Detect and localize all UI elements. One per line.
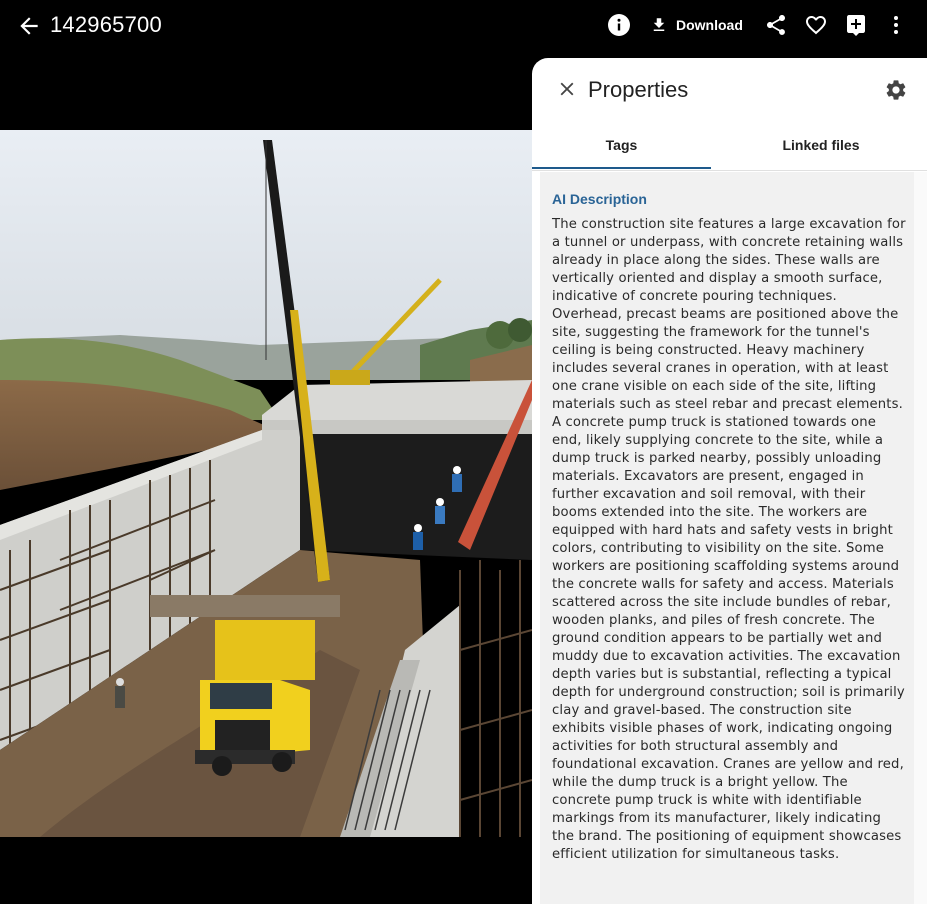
tab-tags[interactable]: Tags [532,120,711,170]
active-tab-indicator [532,167,711,169]
tab-linked-files[interactable]: Linked files [721,120,921,170]
info-icon[interactable] [607,13,631,37]
panel-tabs: Tags Linked files [532,120,927,171]
more-vert-icon[interactable] [884,13,908,37]
top-bar: 142965700 Download [0,0,927,52]
share-icon[interactable] [764,13,788,37]
panel-header: Properties [532,58,927,120]
arrow-left-icon[interactable] [16,13,42,39]
close-icon[interactable] [556,78,578,100]
section-label: AI Description [552,191,647,207]
download-button[interactable]: Download [650,13,743,37]
heart-icon[interactable] [804,13,828,37]
gear-icon[interactable] [884,78,908,102]
tags-content: AI Description The construction site fea… [540,172,914,904]
download-label: Download [676,17,743,33]
construction-photo [0,130,532,837]
download-icon [653,18,665,31]
add-box-icon[interactable] [844,13,868,37]
panel-title: Properties [588,77,689,102]
page-title: 142965700 [50,12,162,37]
properties-panel: Properties Tags Linked files AI Descript… [532,58,927,904]
ai-description-text: The construction site features a large e… [552,217,906,862]
scrollbar[interactable] [914,172,927,904]
